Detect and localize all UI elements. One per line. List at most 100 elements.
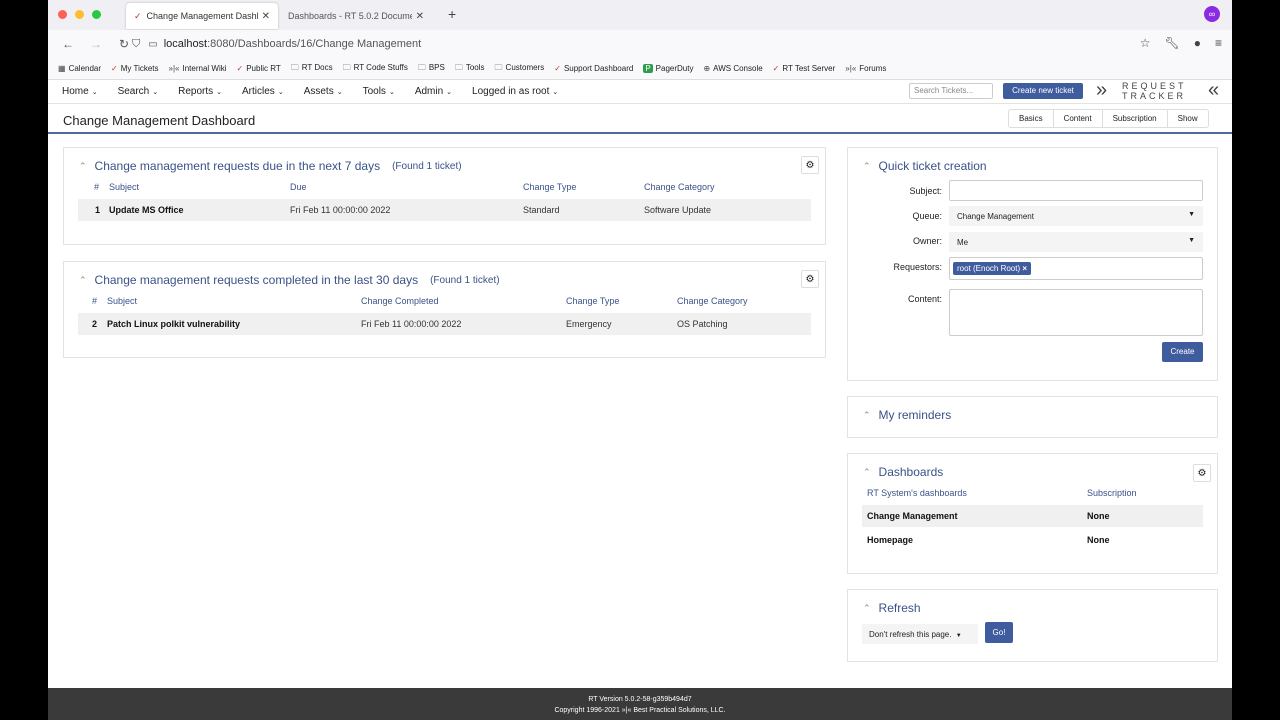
bookmark-item[interactable]: ⊕ AWS Console <box>703 64 762 73</box>
bookmark-label: RT Test Server <box>782 64 836 73</box>
column-header[interactable]: Due <box>290 182 307 192</box>
queue-select[interactable]: Change Management ▼ <box>949 206 1203 226</box>
panel-title[interactable]: ⌃ My reminders <box>863 408 951 422</box>
bookmark-item[interactable]: 🗀 RT Docs <box>291 62 333 76</box>
refresh-select[interactable]: Don't refresh this page. ▼ <box>862 624 978 644</box>
table-row[interactable]: Change Management None <box>862 505 1203 527</box>
forward-icon[interactable]: → <box>88 37 104 51</box>
menu-item-tools[interactable]: Tools ⌄ <box>363 86 395 97</box>
bookmark-item[interactable]: 🗀 Customers <box>495 62 545 76</box>
close-tab-icon[interactable]: ✕ <box>416 11 424 22</box>
close-tab-icon[interactable]: ✕ <box>262 11 270 22</box>
bookmark-item[interactable]: P PagerDuty <box>643 64 693 73</box>
bookmark-item[interactable]: ✓ Public RT <box>237 64 281 73</box>
bookmark-item[interactable]: ▦ Calendar <box>58 64 101 73</box>
column-header[interactable]: # <box>92 296 97 306</box>
bookmark-label: AWS Console <box>713 64 763 73</box>
go-button[interactable]: Go! <box>985 622 1013 643</box>
tab-title: Dashboards - RT 5.0.2 Documentation <box>288 11 412 21</box>
create-new-ticket-button[interactable]: Create new ticket <box>1003 83 1083 99</box>
bookmark-item[interactable]: 🗀 Tools <box>455 62 485 76</box>
search-tickets-input[interactable]: Search Tickets... <box>909 83 993 99</box>
bookmark-item[interactable]: 🗀 RT Code Stuffs <box>343 62 408 76</box>
bookmark-item[interactable]: 🗀 BPS <box>418 62 445 76</box>
maximize-window-button[interactable] <box>92 10 101 19</box>
ticket-subject[interactable]: Update MS Office <box>109 205 184 215</box>
bookmark-item[interactable]: ✓ My Tickets <box>111 64 158 73</box>
tab-show[interactable]: Show <box>1168 110 1208 127</box>
column-header[interactable]: Change Category <box>644 182 715 192</box>
owner-select[interactable]: Me ▼ <box>949 232 1203 252</box>
panel-title[interactable]: ⌃ Dashboards <box>863 465 943 479</box>
copyright[interactable]: Copyright 1996-2021 »|« Best Practical S… <box>48 705 1232 716</box>
panel-title[interactable]: ⌃ Refresh <box>863 601 921 615</box>
gear-icon[interactable]: ⚙ <box>801 156 819 174</box>
dashboard-name[interactable]: Change Management <box>867 511 958 521</box>
bookmark-item[interactable]: ✓ Support Dashboard <box>554 64 633 73</box>
requestor-tag[interactable]: root (Enoch Root) × <box>953 262 1032 275</box>
column-header[interactable]: Change Type <box>523 182 576 192</box>
reload-icon[interactable]: ↻ <box>116 37 132 51</box>
tab-basics[interactable]: Basics <box>1009 110 1054 127</box>
browser-window: ✓ Change Management Dashboard ✕ Dashboar… <box>48 0 1232 720</box>
logged-in-menu[interactable]: Logged in as root ⌄ <box>472 86 558 97</box>
column-header[interactable]: # <box>94 182 99 192</box>
menu-item-reports[interactable]: Reports ⌄ <box>178 86 222 97</box>
create-button[interactable]: Create <box>1162 342 1203 362</box>
collapse-icon[interactable]: ⌃ <box>79 275 87 286</box>
collapse-icon[interactable]: ⌃ <box>863 603 871 614</box>
rt-main-menu: Home ⌄ Search ⌄ Reports ⌄ Articles ⌄ Assets ⌄ Tool… <box>62 86 558 97</box>
menu-icon[interactable]: ≡ <box>1215 36 1222 50</box>
tab-content[interactable]: Content <box>1054 110 1103 127</box>
menu-item-articles[interactable]: Articles ⌄ <box>242 86 284 97</box>
menu-item-assets[interactable]: Assets ⌄ <box>304 86 343 97</box>
bookmark-item[interactable]: ✓ RT Test Server <box>773 64 836 73</box>
panel-title[interactable]: ⌃ Change management requests completed i… <box>79 273 500 287</box>
account-icon[interactable]: ● <box>1194 36 1201 50</box>
column-header[interactable]: Change Type <box>566 296 619 306</box>
bookmark-item[interactable]: »|« Forums <box>845 64 886 73</box>
new-tab-icon[interactable]: + <box>448 6 456 22</box>
column-header[interactable]: RT System's dashboards <box>867 488 967 498</box>
extension-icon[interactable]: ∞ <box>1204 6 1220 22</box>
found-count: (Found 1 ticket) <box>392 160 462 172</box>
content-textarea[interactable] <box>949 289 1203 336</box>
collapse-icon[interactable]: ⌃ <box>863 161 871 172</box>
close-window-button[interactable] <box>58 10 67 19</box>
collapse-icon[interactable]: ⌃ <box>863 467 871 478</box>
bookmark-item[interactable]: »|« Internal Wiki <box>169 64 227 73</box>
column-header[interactable]: Subscription <box>1087 488 1137 498</box>
panel-title[interactable]: ⌃ Quick ticket creation <box>863 159 987 173</box>
collapse-icon[interactable]: ⌃ <box>79 161 87 172</box>
gear-icon[interactable]: ⚙ <box>801 270 819 288</box>
panel-title[interactable]: ⌃ Change management requests due in the … <box>79 159 462 173</box>
gear-icon[interactable]: ⚙ <box>1193 464 1211 482</box>
collapse-icon[interactable]: ⌃ <box>863 410 871 421</box>
tab-subscription[interactable]: Subscription <box>1103 110 1168 127</box>
minimize-window-button[interactable] <box>75 10 84 19</box>
browser-tab[interactable]: Dashboards - RT 5.0.2 Documentation ✕ <box>280 3 432 29</box>
menu-item-admin[interactable]: Admin ⌄ <box>415 86 452 97</box>
requestors-input[interactable]: root (Enoch Root) × <box>949 257 1203 280</box>
shield-icon[interactable]: ⛉ <box>132 38 140 51</box>
ticket-subject[interactable]: Patch Linux polkit vulnerability <box>107 319 240 329</box>
column-header[interactable]: Subject <box>107 296 137 306</box>
column-header[interactable]: Subject <box>109 182 139 192</box>
back-icon[interactable]: ← <box>60 37 76 51</box>
column-header[interactable]: Change Completed <box>361 296 439 306</box>
wrench-icon[interactable]: 🔧︎ <box>1165 36 1180 50</box>
bps-icon: »|« <box>168 64 180 73</box>
subject-input[interactable] <box>949 180 1203 201</box>
ticket-id[interactable]: 1 <box>95 205 100 215</box>
table-row[interactable]: Homepage None <box>862 529 1203 551</box>
star-icon[interactable]: ☆ <box>1140 36 1151 50</box>
menu-item-home[interactable]: Home ⌄ <box>62 86 98 97</box>
menu-item-search[interactable]: Search ⌄ <box>118 86 159 97</box>
dashboard-name[interactable]: Homepage <box>867 535 913 545</box>
ticket-id[interactable]: 2 <box>92 319 97 329</box>
remove-icon[interactable]: × <box>1022 264 1027 273</box>
url-bar[interactable]: ⛉ ▭ localhost:8080/Dashboards/16/Change … <box>132 34 1152 54</box>
menu-item-label: Articles <box>242 86 275 97</box>
browser-tab-active[interactable]: ✓ Change Management Dashboard ✕ <box>126 3 278 29</box>
column-header[interactable]: Change Category <box>677 296 748 306</box>
